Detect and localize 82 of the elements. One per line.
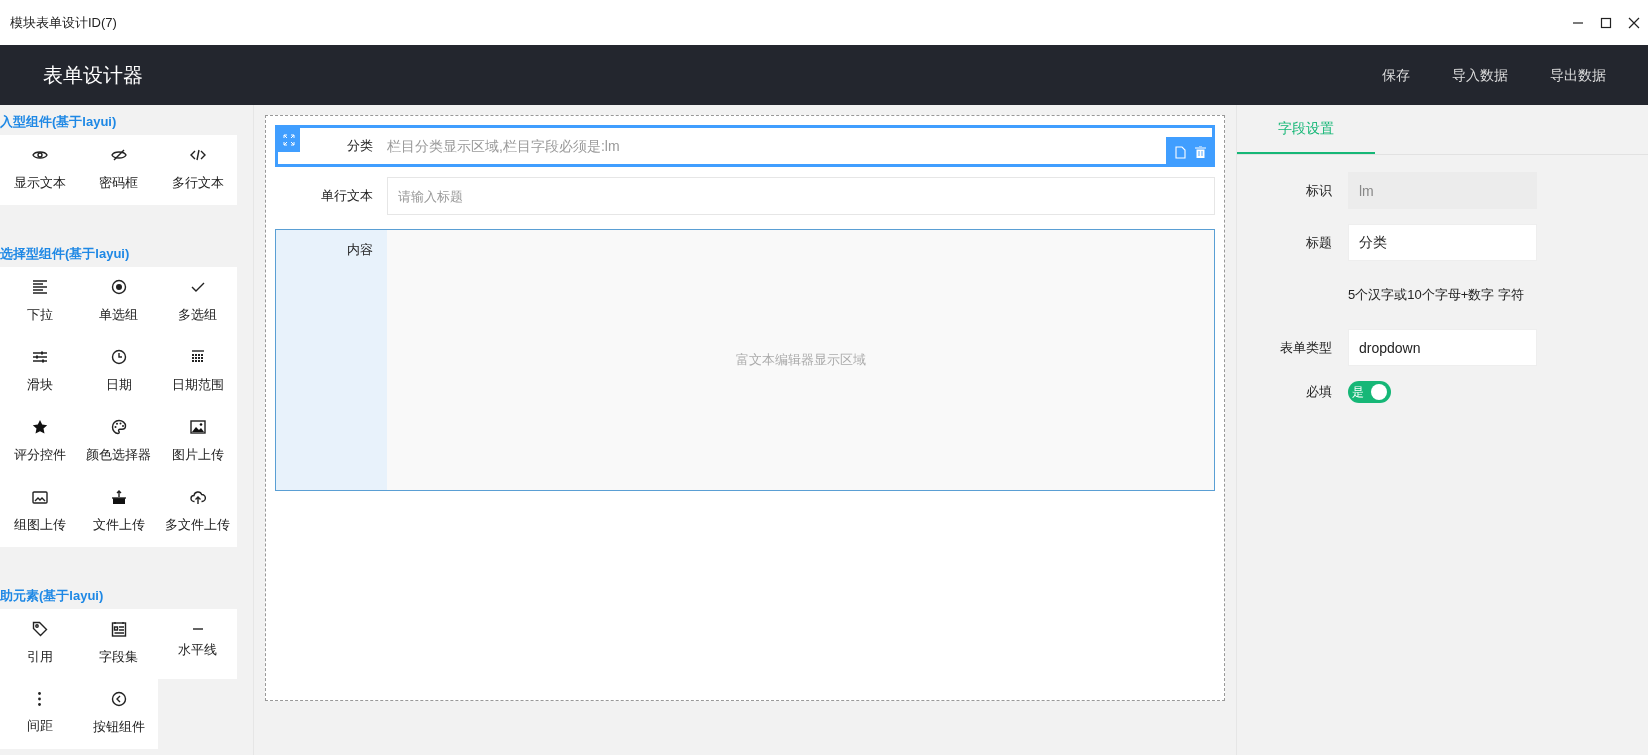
window-title: 模块表单设计ID(7)	[10, 13, 117, 32]
component-item[interactable]: 多文件上传	[158, 477, 237, 547]
component-label: 评分控件	[13, 446, 66, 465]
section-heading: 选择型组件(基于layui)	[0, 245, 131, 263]
header-action-link[interactable]: 导入数据	[1452, 64, 1508, 86]
component-item[interactable]: 组图上传	[0, 477, 79, 547]
component-label: 下拉	[26, 306, 53, 325]
component-item[interactable]: 单选组	[79, 267, 158, 337]
component-label: 按钮组件	[92, 718, 145, 737]
rich-text-field[interactable]: 内容 富文本编辑器显示区域	[275, 229, 1215, 491]
header-action-link[interactable]: 保存	[1382, 64, 1410, 86]
component-item[interactable]: 日期范围	[158, 337, 237, 407]
component-item[interactable]: 按钮组件	[79, 679, 158, 749]
setting-label: 表单类型	[1279, 338, 1332, 357]
component-item[interactable]: 显示文本	[0, 135, 79, 205]
text-input-field[interactable]: 请输入标题	[387, 177, 1215, 215]
field-label: 分类	[346, 137, 373, 156]
component-item[interactable]: 水平线	[158, 609, 237, 679]
component-label: 滑块	[26, 376, 53, 395]
editor-placeholder: 富文本编辑器显示区域	[735, 351, 866, 370]
tag-icon	[31, 621, 48, 638]
setting-label: 标题	[1305, 233, 1332, 252]
component-item[interactable]: 多选组	[158, 267, 237, 337]
chevron-circle-icon	[110, 691, 127, 708]
component-label: 引用	[26, 648, 53, 667]
component-item[interactable]: 文件上传	[79, 477, 158, 547]
component-label: 单选组	[99, 306, 138, 325]
component-item[interactable]: 多行文本	[158, 135, 237, 205]
component-item[interactable]: 滑块	[0, 337, 79, 407]
setting-input-field[interactable]: dropdown	[1348, 329, 1537, 366]
component-item[interactable]: 间距	[0, 679, 79, 749]
maximize-icon[interactable]	[1600, 16, 1612, 29]
component-label: 字段集	[99, 648, 138, 667]
expand-icon[interactable]	[278, 128, 300, 152]
component-item[interactable]: 引用	[0, 609, 79, 679]
radio-icon	[110, 279, 127, 296]
component-label: 多行文本	[171, 174, 224, 193]
field-placeholder: 栏目分类显示区域,栏目字段必须是:lm	[387, 136, 620, 156]
component-item[interactable]: 字段集	[79, 609, 158, 679]
star-icon	[31, 419, 48, 436]
component-label: 文件上传	[92, 516, 145, 535]
component-label: 水平线	[178, 641, 217, 660]
image-icon	[189, 419, 206, 436]
upload-tray-icon	[110, 489, 127, 506]
hint-text: 5个汉字或10个字母+数字 字符	[1348, 286, 1524, 304]
minus-icon	[192, 628, 203, 631]
component-item[interactable]: 密码框	[79, 135, 158, 205]
cloud-upload-icon	[189, 489, 206, 506]
sliders-icon	[31, 349, 48, 366]
component-label: 密码框	[99, 174, 138, 193]
component-item[interactable]: 颜色选择器	[79, 407, 158, 477]
field-label: 单行文本	[320, 187, 373, 206]
component-label: 显示文本	[13, 174, 66, 193]
align-lines-icon	[31, 279, 48, 296]
component-label: 多文件上传	[165, 516, 230, 535]
component-label: 多选组	[178, 306, 217, 325]
component-label: 日期范围	[171, 376, 224, 395]
component-label: 日期	[105, 376, 132, 395]
component-item[interactable]: 图片上传	[158, 407, 237, 477]
delete-icon[interactable]	[1195, 146, 1207, 158]
form-list-icon	[110, 621, 127, 638]
component-label: 组图上传	[13, 516, 66, 535]
setting-label: 标识	[1305, 181, 1332, 200]
images-icon	[31, 489, 48, 506]
header-action-link[interactable]: 导出数据	[1550, 64, 1606, 86]
clock-icon	[110, 349, 127, 366]
component-item[interactable]: 下拉	[0, 267, 79, 337]
field-label: 内容	[347, 241, 373, 259]
app-title: 表单设计器	[43, 63, 143, 88]
close-icon[interactable]	[1628, 16, 1640, 29]
copy-file-icon[interactable]	[1174, 145, 1186, 159]
component-item[interactable]: 评分控件	[0, 407, 79, 477]
setting-label: 必填	[1305, 383, 1332, 402]
section-heading: 助元素(基于layui)	[0, 587, 105, 605]
component-label: 间距	[26, 717, 53, 736]
component-item[interactable]: 日期	[79, 337, 158, 407]
section-heading: 入型组件(基于layui)	[0, 113, 118, 131]
component-label: 图片上传	[171, 446, 224, 465]
setting-input-field[interactable]: 分类	[1348, 224, 1537, 261]
component-label: 颜色选择器	[86, 446, 151, 465]
vertical-dots-icon	[38, 692, 41, 707]
palette-icon	[110, 419, 127, 436]
